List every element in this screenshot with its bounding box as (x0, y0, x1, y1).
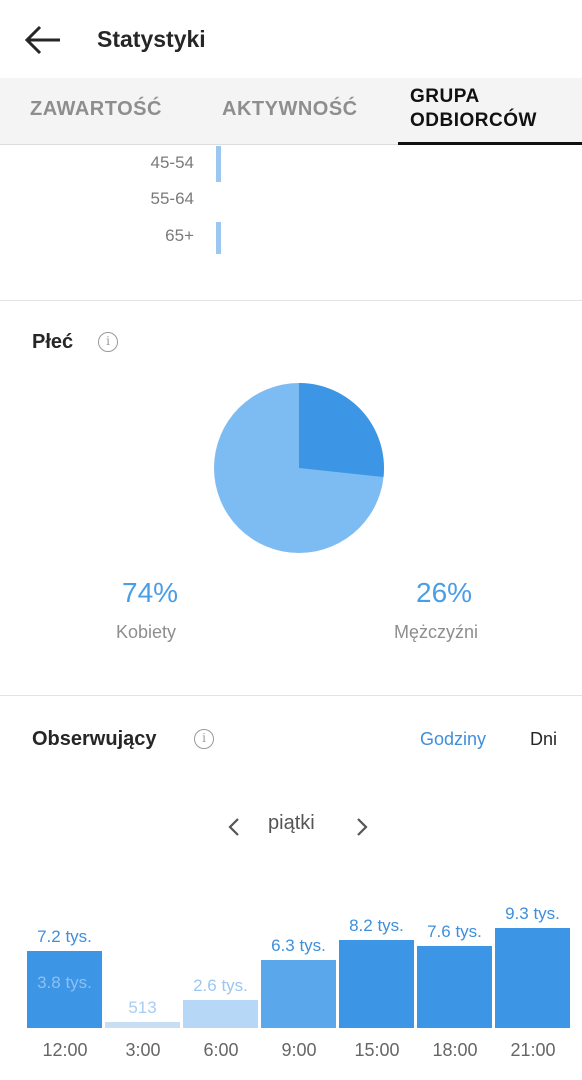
gender-title: Płeć (32, 331, 74, 353)
tab-bar: ZAWARTOŚĆ AKTYWNOŚĆ GRUPA ODBIORCÓW (0, 78, 582, 145)
gender-pie-chart (214, 383, 384, 553)
day-selector-label: piątki (268, 812, 315, 834)
chart-bar-value-label: 2.6 tys. (193, 976, 248, 996)
toggle-days[interactable]: Dni (530, 729, 557, 750)
women-percent: 74% (122, 577, 179, 608)
age-bar-45-54 (216, 146, 221, 182)
chevron-left-icon[interactable] (226, 816, 242, 838)
age-label-55-64: 55-64 (150, 189, 194, 208)
arrow-left-icon[interactable] (22, 22, 62, 58)
chart-bar-2100[interactable] (495, 928, 570, 1028)
chart-bar-900[interactable] (261, 960, 336, 1028)
chart-x-tick-label: 3:00 (125, 1040, 161, 1060)
top-bar: Statystyki (0, 0, 582, 78)
tab-activity[interactable]: AKTYWNOŚĆ (222, 98, 358, 121)
chart-bar-1500[interactable] (339, 939, 414, 1028)
chart-bar-300[interactable] (105, 1022, 180, 1028)
age-label-65plus: 65+ (165, 226, 194, 245)
tab-audience-line2: ODBIORCÓW (410, 110, 537, 131)
page-title: Statystyki (97, 26, 206, 52)
tab-audience[interactable]: GRUPA ODBIORCÓW (410, 85, 537, 133)
followers-title: Obserwujący (32, 728, 157, 750)
age-bar-65plus (216, 222, 221, 254)
pie-slice-men (299, 383, 384, 477)
active-tab-indicator (398, 142, 582, 145)
age-label-45-54: 45-54 (150, 153, 194, 172)
chart-bar-1800[interactable] (417, 946, 492, 1028)
chart-x-tick-label: 21:00 (510, 1040, 556, 1060)
chart-bar-value-label: 9.3 tys. (505, 904, 560, 923)
info-icon[interactable]: i (194, 729, 214, 749)
chart-x-tick-label: 15:00 (354, 1040, 400, 1060)
chart-x-tick-label: 9:00 (281, 1040, 317, 1060)
tab-content[interactable]: ZAWARTOŚĆ (30, 98, 162, 121)
toggle-hours[interactable]: Godziny (420, 729, 486, 750)
chart-bar-value-label: 7.6 tys. (427, 922, 482, 942)
tab-audience-line1: GRUPA (410, 86, 480, 107)
chart-x-tick-label: 6:00 (203, 1040, 239, 1060)
chevron-right-icon[interactable] (354, 816, 370, 838)
chart-bar-value-label: 6.3 tys. (271, 936, 326, 956)
men-percent: 26% (416, 577, 473, 608)
divider (0, 300, 582, 301)
chart-x-tick-label: 12:00 (42, 1040, 88, 1060)
women-label: Kobiety (116, 622, 177, 642)
chart-secondary-value-label: 3.8 tys. (37, 973, 92, 993)
chart-bar-value-label: 7.2 tys. (37, 926, 92, 946)
chart-bar-value-label: 513 (128, 998, 157, 1018)
chart-bar-value-label: 8.2 tys. (349, 915, 404, 935)
info-icon[interactable]: i (98, 332, 118, 352)
divider (0, 695, 582, 696)
chart-x-tick-label: 18:00 (432, 1040, 478, 1060)
chart-bar-600[interactable] (183, 1000, 258, 1028)
men-label: Mężczyźni (394, 622, 479, 642)
